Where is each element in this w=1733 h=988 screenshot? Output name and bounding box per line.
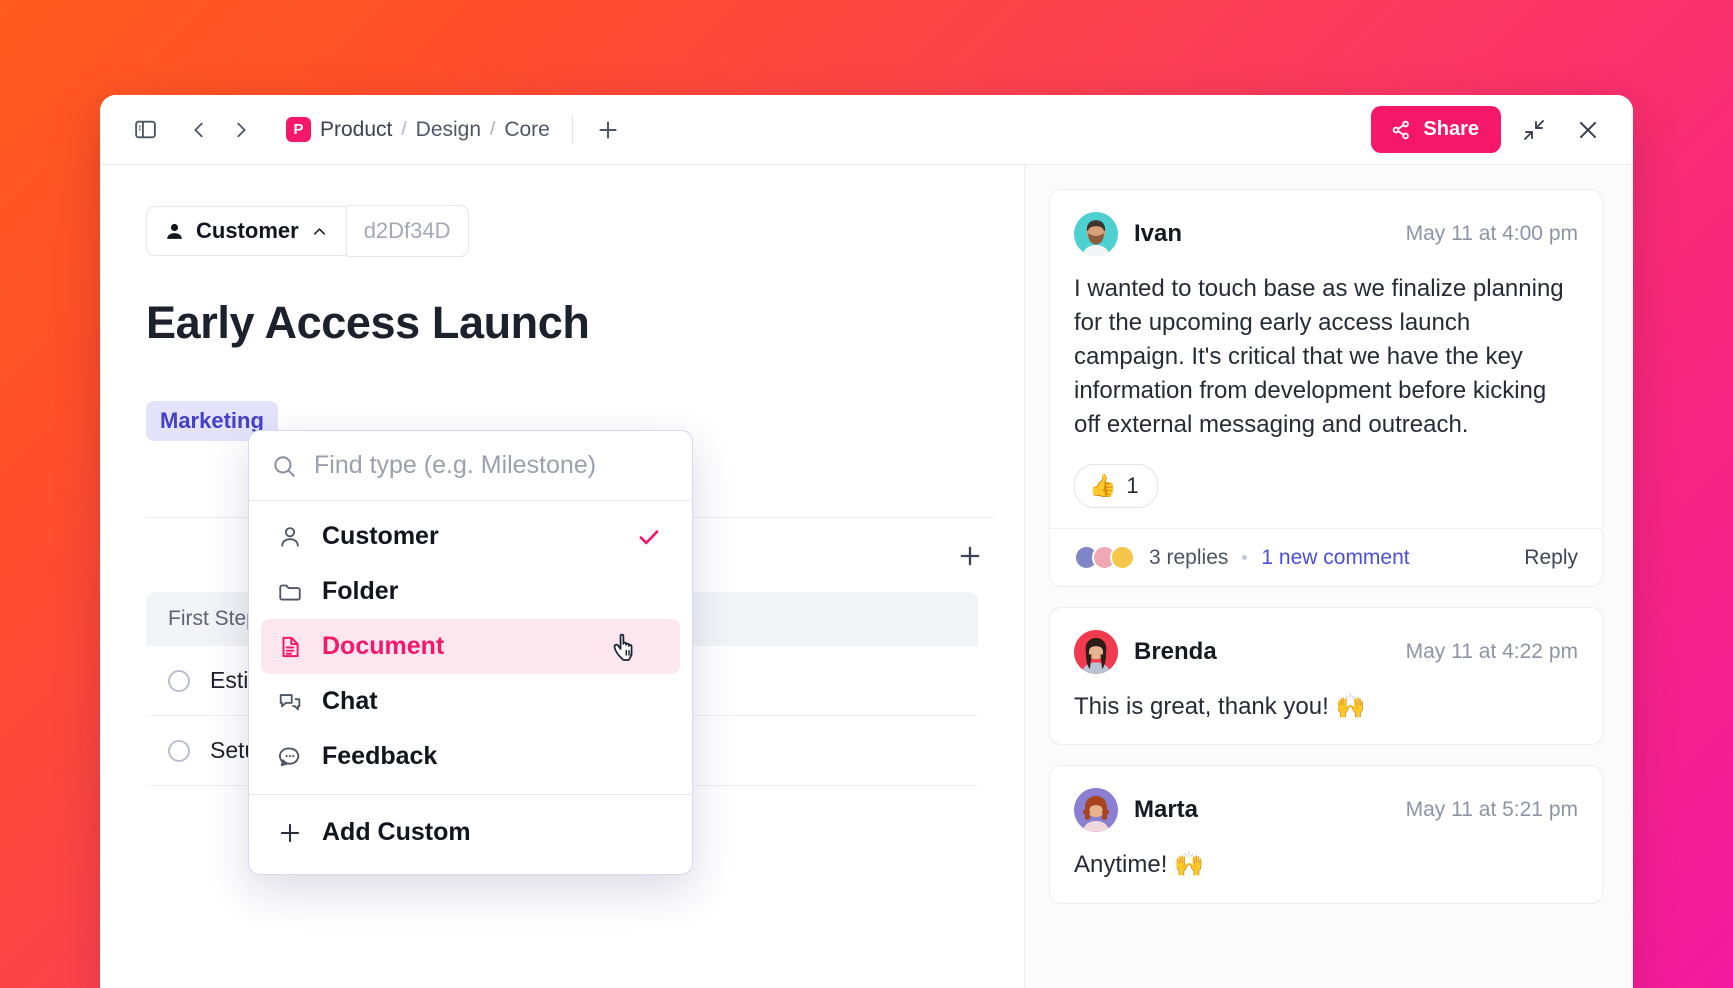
comment-footer: 3 replies 1 new comment Reply — [1050, 528, 1602, 586]
comment-timestamp: May 11 at 4:22 pm — [1406, 640, 1578, 664]
sidebar-panel-icon[interactable] — [126, 111, 164, 149]
workspace-logo: P — [286, 117, 311, 142]
app-window: P Product / Design / Core Share — [100, 95, 1633, 988]
breadcrumb: P Product / Design / Core — [286, 117, 550, 142]
share-network-icon — [1390, 119, 1412, 141]
mini-avatar — [1110, 545, 1135, 570]
minimize-window-icon[interactable] — [1513, 109, 1555, 151]
dropdown-item-list: Customer Folder — [249, 501, 692, 794]
reply-button[interactable]: Reply — [1524, 546, 1578, 570]
share-button[interactable]: Share — [1371, 106, 1501, 153]
comments-pane: Ivan May 11 at 4:00 pm I wanted to touch… — [1025, 165, 1633, 988]
toolbar-divider — [572, 116, 573, 144]
dropdown-search-row — [249, 431, 692, 501]
reply-participant-avatars — [1074, 545, 1135, 570]
share-button-label: Share — [1423, 118, 1479, 141]
dropdown-item-folder[interactable]: Folder — [261, 564, 680, 619]
dropdown-item-label: Feedback — [322, 742, 437, 771]
dropdown-item-chat[interactable]: Chat — [261, 674, 680, 729]
folder-icon — [277, 579, 303, 605]
chevron-right-icon[interactable] — [222, 111, 260, 149]
comment-timestamp: May 11 at 5:21 pm — [1406, 798, 1578, 822]
page-title: Early Access Launch — [146, 297, 1024, 349]
comment-header: Brenda May 11 at 4:22 pm — [1074, 630, 1578, 674]
new-comment-link[interactable]: 1 new comment — [1261, 546, 1409, 570]
comment-text: This is great, thank you! 🙌 — [1074, 690, 1578, 724]
replies-count[interactable]: 3 replies — [1149, 546, 1228, 570]
checkmark-icon — [636, 524, 662, 550]
avatar[interactable] — [1074, 212, 1118, 256]
add-item-plus-icon[interactable] — [956, 542, 984, 570]
type-dropdown-menu: Customer Folder — [248, 430, 693, 875]
dropdown-item-feedback[interactable]: Feedback — [261, 729, 680, 784]
breadcrumb-separator: / — [490, 119, 495, 141]
comment-body: Brenda May 11 at 4:22 pm This is great, … — [1050, 608, 1602, 744]
dropdown-search-input[interactable] — [314, 451, 670, 480]
titlebar: P Product / Design / Core Share — [100, 95, 1633, 165]
reaction-thumbs-up[interactable]: 👍 1 — [1074, 464, 1158, 508]
avatar[interactable] — [1074, 788, 1118, 832]
body-split: Customer d2Df34D Early Access Launch Mar… — [100, 165, 1633, 988]
comment-card: Marta May 11 at 5:21 pm Anytime! 🙌 — [1049, 765, 1603, 903]
dropdown-footer: Add Custom — [249, 794, 692, 874]
document-icon — [277, 634, 303, 660]
breadcrumb-item-product[interactable]: Product — [320, 118, 392, 142]
plus-icon — [277, 820, 303, 846]
dropdown-item-label: Folder — [322, 577, 398, 606]
close-window-icon[interactable] — [1567, 109, 1609, 151]
comment-author: Marta — [1134, 796, 1198, 824]
chat-bubbles-icon — [277, 689, 303, 715]
breadcrumb-separator: / — [401, 119, 406, 141]
comment-header: Ivan May 11 at 4:00 pm — [1074, 212, 1578, 256]
dropdown-item-customer[interactable]: Customer — [261, 509, 680, 564]
breadcrumb-item-core[interactable]: Core — [504, 118, 550, 142]
new-tab-plus-icon[interactable] — [591, 113, 625, 147]
person-outline-icon — [277, 524, 303, 550]
dropdown-item-document[interactable]: Document — [261, 619, 680, 674]
pointing-hand-cursor — [608, 627, 652, 671]
person-filled-icon — [164, 221, 185, 242]
search-icon — [271, 453, 297, 479]
comment-author: Brenda — [1134, 638, 1217, 666]
comment-card: Ivan May 11 at 4:00 pm I wanted to touch… — [1049, 189, 1603, 587]
breadcrumb-item-design[interactable]: Design — [416, 118, 481, 142]
avatar[interactable] — [1074, 630, 1118, 674]
record-id-badge: d2Df34D — [347, 205, 469, 257]
comment-text: Anytime! 🙌 — [1074, 848, 1578, 882]
comment-text: I wanted to touch base as we finalize pl… — [1074, 272, 1578, 442]
dropdown-item-label: Document — [322, 632, 444, 661]
reaction-count: 1 — [1126, 473, 1138, 499]
nav-arrows — [180, 111, 260, 149]
comment-timestamp: May 11 at 4:00 pm — [1406, 222, 1578, 246]
record-type-selector[interactable]: Customer — [146, 206, 347, 256]
dropdown-item-label: Customer — [322, 522, 439, 551]
chevron-left-icon[interactable] — [180, 111, 218, 149]
chevron-up-icon — [310, 222, 329, 241]
comment-header: Marta May 11 at 5:21 pm — [1074, 788, 1578, 832]
add-custom-label: Add Custom — [322, 818, 471, 847]
checkbox-circle-icon[interactable] — [168, 670, 190, 692]
feedback-bubble-icon — [277, 744, 303, 770]
thumbs-up-icon: 👍 — [1089, 473, 1116, 499]
record-type-label: Customer — [196, 218, 299, 244]
dot-separator — [1242, 555, 1247, 560]
checkbox-circle-icon[interactable] — [168, 740, 190, 762]
comment-body: Marta May 11 at 5:21 pm Anytime! 🙌 — [1050, 766, 1602, 902]
comment-card: Brenda May 11 at 4:22 pm This is great, … — [1049, 607, 1603, 745]
record-type-row: Customer d2Df34D — [146, 205, 1024, 257]
dropdown-item-label: Chat — [322, 687, 378, 716]
record-pane: Customer d2Df34D Early Access Launch Mar… — [100, 165, 1025, 988]
comment-author: Ivan — [1134, 220, 1182, 248]
comment-body: Ivan May 11 at 4:00 pm I wanted to touch… — [1050, 190, 1602, 528]
add-custom-type-button[interactable]: Add Custom — [261, 805, 680, 860]
